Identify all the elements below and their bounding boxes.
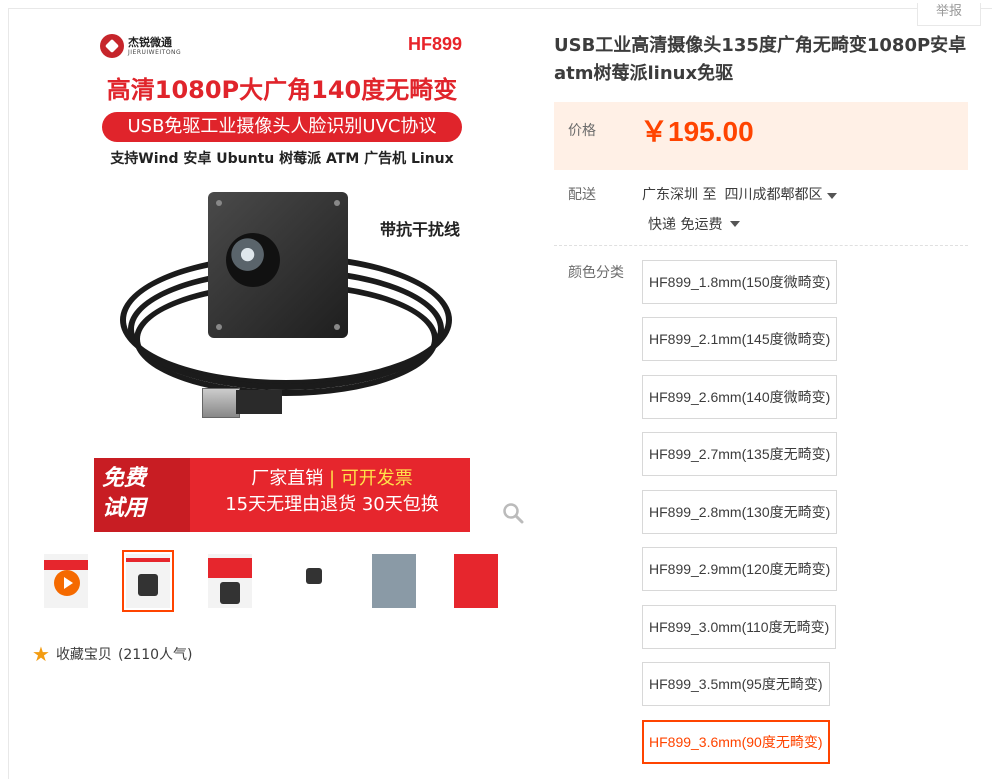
play-icon <box>54 570 80 596</box>
usb-plug <box>202 388 240 418</box>
favorite-button[interactable]: ★ 收藏宝贝 (2110人气) <box>32 644 193 664</box>
camera-lens <box>226 233 280 287</box>
option-9-selected[interactable]: HF899_3.6mm(90度无畸变) <box>642 720 830 764</box>
favorite-label: 收藏宝贝 <box>55 647 112 663</box>
option-8[interactable]: HF899_3.5mm(95度无畸变) <box>642 662 830 706</box>
thumbnail-strip <box>40 550 532 612</box>
free-trial-line1: 免费 <box>102 466 147 491</box>
thumbnail[interactable] <box>204 550 256 612</box>
price-amount: 195.00 <box>668 116 754 147</box>
thumbnail[interactable] <box>450 550 502 612</box>
chevron-down-icon <box>826 193 837 199</box>
report-link[interactable]: 举报 <box>917 3 981 26</box>
option-2[interactable]: HF899_2.1mm(145度微畸变) <box>642 317 838 361</box>
main-product-image[interactable]: 杰锐微通 JIERUIWEITONG HF899 高清1080P大广角140度无… <box>94 28 470 532</box>
promo-return: 15天无理由退货 30天包换 <box>225 494 439 515</box>
option-3[interactable]: HF899_2.6mm(140度微畸变) <box>642 375 838 419</box>
color-category-label: 颜色分类 <box>568 265 624 281</box>
option-4[interactable]: HF899_2.7mm(135度无畸变) <box>642 432 838 476</box>
brand-logo-icon <box>100 34 124 58</box>
screw <box>334 200 340 206</box>
option-6[interactable]: HF899_2.9mm(120度无畸变) <box>642 547 838 591</box>
brand-sub: JIERUIWEITONG <box>128 48 182 56</box>
favorite-count: (2110人气) <box>117 647 193 663</box>
image-headline: 高清1080P大广角140度无畸变 <box>106 76 458 104</box>
star-icon: ★ <box>32 642 50 666</box>
shipping-route: 广东深圳 至 四川成都郫都区 <box>642 184 837 204</box>
thumbnail[interactable] <box>368 550 420 612</box>
promo-invoice: 可开发票 <box>340 468 413 489</box>
promo-separator: | <box>328 468 336 489</box>
shipping-label: 配送 <box>568 187 596 203</box>
shipping-method-selector[interactable]: 快递 免运费 <box>648 214 741 234</box>
screw <box>334 324 340 330</box>
cable-label: 带抗干扰线 <box>379 220 460 239</box>
chevron-down-icon <box>730 221 741 227</box>
thumbnail-selected[interactable] <box>122 550 174 612</box>
image-pill-banner: USB免驱工业摄像头人脸识别UVC协议 <box>102 112 462 142</box>
thumbnail[interactable] <box>286 550 338 612</box>
free-trial-badge: 免费 试用 <box>94 458 190 532</box>
promo-direct: 厂家直销 <box>251 468 324 489</box>
price-label: 价格 <box>568 123 596 139</box>
screw <box>216 324 222 330</box>
model-number: HF899 <box>407 34 462 54</box>
promo-text: 厂家直销 | 可开发票 15天无理由退货 30天包换 <box>194 466 470 518</box>
brand-logo: 杰锐微通 JIERUIWEITONG <box>100 34 181 58</box>
product-title: USB工业高清摄像头135度广角无畸变1080P安卓atm树莓派linux免驱 <box>554 35 967 84</box>
usb-connector <box>236 390 282 414</box>
ship-from: 广东深圳 至 <box>642 187 717 203</box>
promo-banner: 免费 试用 厂家直销 | 可开发票 15天无理由退货 30天包换 <box>94 458 470 532</box>
divider <box>554 245 968 246</box>
option-1[interactable]: HF899_1.8mm(150度微畸变) <box>642 260 838 304</box>
image-support-text: 支持Wind 安卓 Ubuntu 树莓派 ATM 广告机 Linux <box>110 151 454 167</box>
screw <box>216 200 222 206</box>
ship-to-selector[interactable]: 四川成都郫都区 <box>724 184 837 204</box>
free-trial-line2: 试用 <box>102 496 147 521</box>
option-7[interactable]: HF899_3.0mm(110度无畸变) <box>642 605 837 649</box>
price-value: ￥195.00 <box>640 110 754 150</box>
price-panel: 价格 ￥195.00 <box>554 102 968 170</box>
ship-to: 四川成都郫都区 <box>724 187 823 203</box>
option-5[interactable]: HF899_2.8mm(130度无畸变) <box>642 490 838 534</box>
currency-symbol: ￥ <box>640 116 669 147</box>
thumbnail-video[interactable] <box>40 550 92 612</box>
magnifier-icon[interactable] <box>502 502 524 524</box>
brand-name: 杰锐微通 <box>128 35 172 49</box>
ship-method: 快递 免运费 <box>648 217 723 233</box>
